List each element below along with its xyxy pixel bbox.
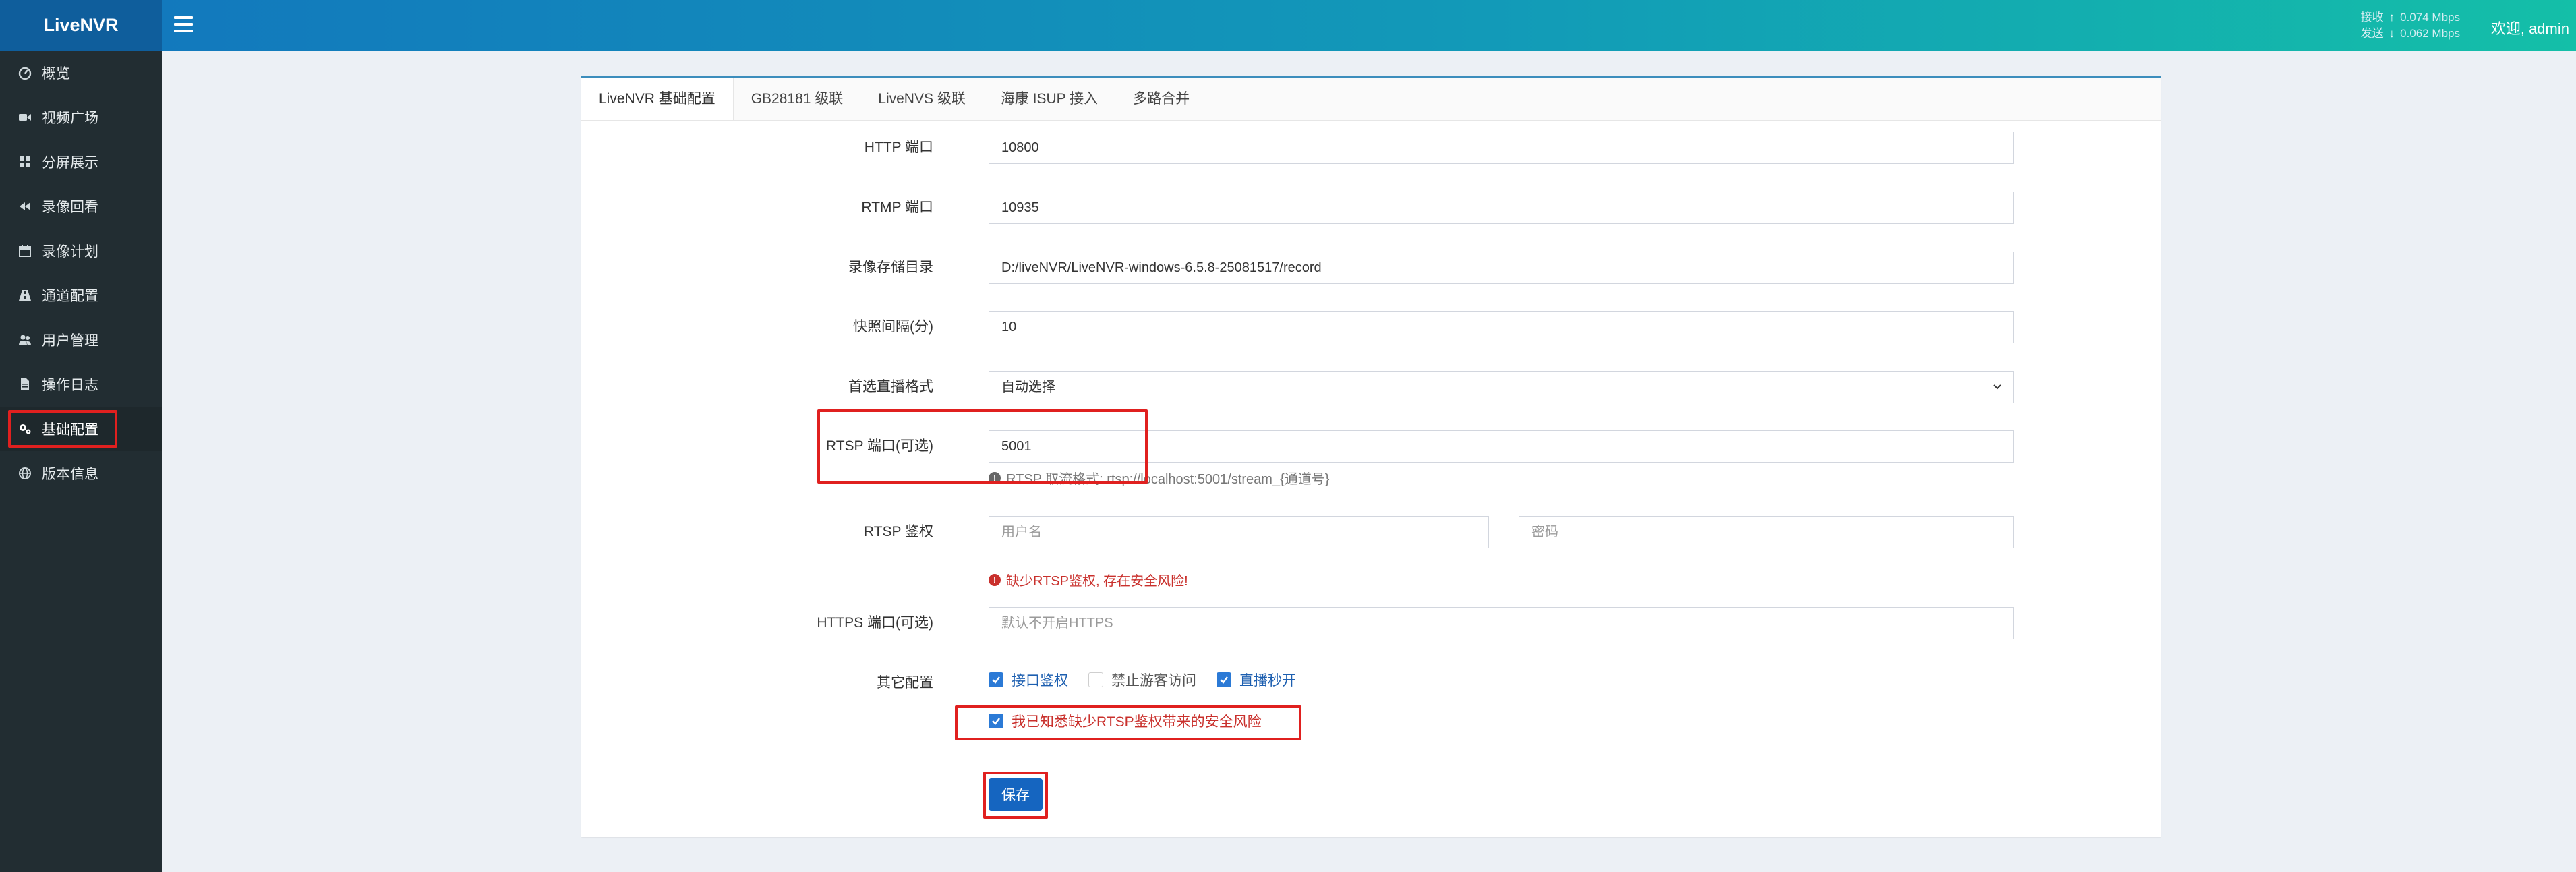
globe-icon bbox=[18, 466, 32, 481]
other-config-options: 接口鉴权 禁止游客访问 直播秒开 bbox=[989, 670, 1316, 690]
rtsp-auth-label: RTSP 鉴权 bbox=[863, 524, 933, 540]
http-port-label: HTTP 端口 bbox=[864, 140, 933, 155]
sidebar-item-label: 操作日志 bbox=[42, 378, 98, 393]
sidebar-item-label: 录像计划 bbox=[42, 244, 98, 260]
instant-live-checkbox[interactable]: 直播秒开 bbox=[1217, 670, 1296, 690]
sidebar-item-version-info[interactable]: 版本信息 bbox=[0, 451, 162, 496]
tab-gb28181-cascade[interactable]: GB28181 级联 bbox=[734, 78, 861, 120]
sidebar-item-label: 视频广场 bbox=[42, 111, 98, 126]
send-label: 发送 bbox=[2360, 27, 2384, 40]
users-icon bbox=[18, 332, 32, 347]
sidebar-item-label: 分屏展示 bbox=[42, 155, 98, 171]
tab-multi-merge[interactable]: 多路合并 bbox=[1115, 78, 1207, 120]
top-navbar: 接收 ↑ 0.074 Mbps 发送 ↓ 0.062 Mbps 欢迎, admi… bbox=[162, 0, 2576, 51]
receive-rate-row: 接收 ↑ 0.074 Mbps bbox=[2361, 9, 2460, 26]
config-panel: LiveNVR 基础配置 GB28181 级联 LiveNVS 级联 海康 IS… bbox=[581, 76, 2161, 837]
no-guest-label: 禁止游客访问 bbox=[1111, 673, 1196, 689]
sidebar-item-channel-config[interactable]: 通道配置 bbox=[0, 273, 162, 318]
rtsp-format-help-text: RTSP 取流格式: rtsp://localhost:5001/stream_… bbox=[1006, 472, 1330, 487]
instant-live-label: 直播秒开 bbox=[1239, 673, 1296, 689]
checkmark-icon bbox=[989, 672, 1003, 687]
rtsp-username-input[interactable] bbox=[989, 516, 1489, 548]
exclamation-circle-icon: ! bbox=[989, 573, 1001, 586]
https-port-label: HTTPS 端口(可选) bbox=[817, 615, 933, 631]
checkmark-icon bbox=[989, 714, 1003, 728]
rtmp-port-input[interactable] bbox=[989, 192, 2014, 224]
rewind-icon bbox=[18, 199, 32, 214]
preferred-format-select[interactable]: 自动选择 bbox=[989, 371, 2014, 403]
api-auth-label: 接口鉴权 bbox=[1012, 673, 1068, 689]
sidebar-item-user-management[interactable]: 用户管理 bbox=[0, 318, 162, 362]
send-rate-row: 发送 ↓ 0.062 Mbps bbox=[2361, 26, 2460, 42]
tab-hikvision-isup[interactable]: 海康 ISUP 接入 bbox=[983, 78, 1115, 120]
rtsp-auth-warning: ! 缺少RTSP鉴权, 存在安全风险! bbox=[989, 570, 1188, 589]
rtsp-port-input[interactable] bbox=[989, 430, 2014, 463]
http-port-input[interactable] bbox=[989, 132, 2014, 164]
sidebar-item-overview[interactable]: 概览 bbox=[0, 51, 162, 95]
dashboard-icon bbox=[18, 65, 32, 80]
record-dir-label: 录像存储目录 bbox=[848, 260, 933, 275]
config-tabs: LiveNVR 基础配置 GB28181 级联 LiveNVS 级联 海康 IS… bbox=[581, 78, 2161, 121]
preferred-format-label: 首选直播格式 bbox=[848, 379, 933, 395]
sidebar-item-label: 基础配置 bbox=[42, 422, 98, 438]
rtmp-port-label: RTMP 端口 bbox=[861, 200, 933, 215]
sidebar-item-label: 录像回看 bbox=[42, 200, 98, 215]
other-config-label: 其它配置 bbox=[877, 675, 933, 691]
bandwidth-rates: 接收 ↑ 0.074 Mbps 发送 ↓ 0.062 Mbps bbox=[2361, 9, 2460, 42]
preferred-format-value: 自动选择 bbox=[1001, 380, 1055, 395]
rtsp-format-help: ! RTSP 取流格式: rtsp://localhost:5001/strea… bbox=[989, 468, 1329, 488]
hamburger-menu-icon[interactable] bbox=[174, 16, 193, 35]
rtsp-auth-warning-text: 缺少RTSP鉴权, 存在安全风险! bbox=[1006, 574, 1188, 589]
sidebar-item-label: 通道配置 bbox=[42, 289, 98, 304]
record-dir-input[interactable] bbox=[989, 252, 2014, 284]
sidebar-item-label: 用户管理 bbox=[42, 333, 98, 349]
sidebar-item-record-plan[interactable]: 录像计划 bbox=[0, 229, 162, 273]
sidebar: 概览 视频广场 分屏展示 录像回看 录像计划 通道配置 用户管理 操作日志 基础… bbox=[0, 51, 162, 872]
road-icon bbox=[18, 288, 32, 303]
sidebar-item-operation-log[interactable]: 操作日志 bbox=[0, 362, 162, 407]
sidebar-item-playback[interactable]: 录像回看 bbox=[0, 184, 162, 229]
exclamation-circle-icon: ! bbox=[989, 471, 1001, 484]
tab-livenvr-basic[interactable]: LiveNVR 基础配置 bbox=[581, 78, 734, 120]
receive-rate: 0.074 Mbps bbox=[2400, 11, 2460, 24]
app-logo[interactable]: LiveNVR bbox=[0, 0, 162, 51]
arrow-up-icon: ↑ bbox=[2389, 11, 2395, 24]
sidebar-item-label: 概览 bbox=[42, 66, 70, 82]
calendar-icon bbox=[18, 243, 32, 258]
empty-checkbox-icon bbox=[1088, 672, 1103, 687]
gears-icon bbox=[18, 422, 32, 436]
sidebar-item-video-square[interactable]: 视频广场 bbox=[0, 95, 162, 140]
https-port-input[interactable] bbox=[989, 607, 2014, 639]
receive-label: 接收 bbox=[2360, 11, 2384, 24]
snapshot-interval-label: 快照间隔(分) bbox=[853, 319, 933, 335]
chevron-down-icon bbox=[1993, 384, 2001, 390]
tab-livenvs-cascade[interactable]: LiveNVS 级联 bbox=[860, 78, 983, 120]
ack-risk-checkbox[interactable]: 我已知悉缺少RTSP鉴权带来的安全风险 bbox=[989, 711, 1262, 731]
ack-risk-label: 我已知悉缺少RTSP鉴权带来的安全风险 bbox=[1012, 714, 1262, 730]
checkmark-icon bbox=[1217, 672, 1231, 687]
rtsp-password-input[interactable] bbox=[1519, 516, 2014, 548]
save-button[interactable]: 保存 bbox=[989, 778, 1043, 811]
no-guest-checkbox[interactable]: 禁止游客访问 bbox=[1088, 670, 1196, 690]
sidebar-item-split-screen[interactable]: 分屏展示 bbox=[0, 140, 162, 184]
user-menu[interactable]: 欢迎, admin bbox=[2491, 17, 2569, 38]
video-camera-icon bbox=[18, 110, 32, 125]
file-icon bbox=[18, 377, 32, 392]
send-rate: 0.062 Mbps bbox=[2400, 27, 2460, 40]
rtsp-port-label: RTSP 端口(可选) bbox=[825, 438, 933, 454]
api-auth-checkbox[interactable]: 接口鉴权 bbox=[989, 670, 1068, 690]
snapshot-interval-input[interactable] bbox=[989, 311, 2014, 343]
sidebar-item-label: 版本信息 bbox=[42, 467, 98, 482]
sidebar-item-basic-config[interactable]: 基础配置 bbox=[0, 407, 162, 451]
grid-icon bbox=[18, 154, 32, 169]
arrow-down-icon: ↓ bbox=[2389, 27, 2395, 40]
